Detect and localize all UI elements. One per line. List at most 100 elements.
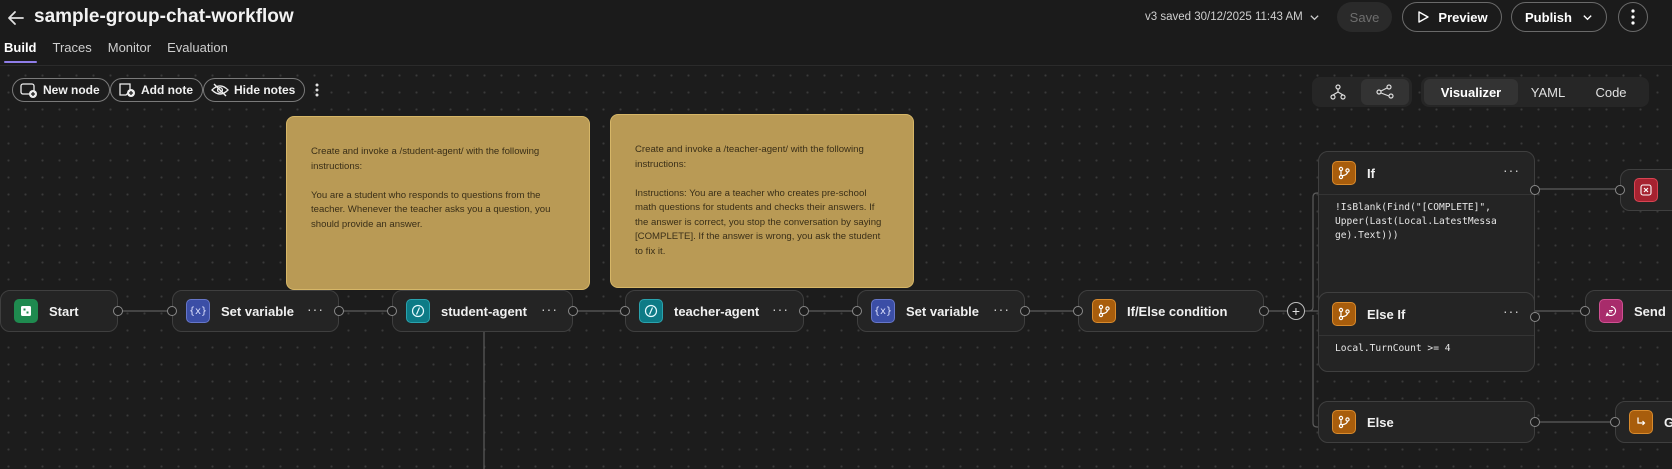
if-else-node[interactable]: If/Else condition (1073, 290, 1269, 332)
start-label: Start (49, 303, 79, 319)
branch-icon (1332, 302, 1356, 326)
new-node-button[interactable]: New node (12, 78, 110, 102)
tab-bar: Build Traces Monitor Evaluation (4, 40, 228, 64)
preview-button[interactable]: Preview (1402, 2, 1502, 32)
branch-icon (1332, 410, 1356, 434)
set-variable-node[interactable]: {x} Set variable ··· (852, 290, 1030, 332)
tab-traces[interactable]: Traces (53, 40, 92, 64)
input-port[interactable] (620, 306, 630, 316)
version-dropdown[interactable]: v3 saved 30/12/2025 11:43 AM (1145, 11, 1320, 23)
layout-toggle (1312, 77, 1412, 107)
hide-notes-label: Hide notes (234, 83, 296, 97)
tab-monitor[interactable]: Monitor (108, 40, 151, 64)
publish-button[interactable]: Publish (1511, 2, 1607, 32)
goto-node[interactable]: G (1610, 401, 1672, 443)
if-label: If (1367, 165, 1375, 181)
more-options-button[interactable] (1618, 2, 1648, 32)
else-if-branch-node[interactable]: Else If ··· Local.TurnCount >= 4 (1318, 292, 1540, 372)
node-menu-icon[interactable]: ··· (993, 301, 1010, 317)
chevron-down-icon (1310, 14, 1319, 20)
add-note-icon (119, 83, 135, 97)
tree-layout-icon (1330, 84, 1346, 100)
code-tab[interactable]: Code (1578, 79, 1644, 105)
hide-notes-button[interactable]: Hide notes (203, 78, 306, 102)
teacher-agent-node[interactable]: teacher-agent ··· (620, 290, 809, 332)
variable-icon: {x} (186, 299, 210, 323)
add-branch-button[interactable]: + (1287, 302, 1305, 320)
send-label: Send (1634, 303, 1666, 319)
else-branch-node[interactable]: Else (1318, 401, 1540, 443)
teacher-agent-note[interactable]: Create and invoke a /teacher-agent/ with… (610, 114, 914, 288)
redirect-icon (1629, 410, 1653, 434)
start-node[interactable]: Start (0, 290, 123, 332)
else-if-label: Else If (1367, 306, 1406, 322)
node-menu-icon[interactable]: ··· (1503, 303, 1520, 319)
tab-evaluation[interactable]: Evaluation (167, 40, 228, 64)
add-note-label: Add note (141, 83, 193, 97)
teacher-agent-label: teacher-agent (674, 303, 760, 319)
branch-icon (1092, 299, 1116, 323)
new-node-label: New node (43, 83, 100, 97)
variable-icon: {x} (871, 299, 895, 323)
set-variable-label: Set variable (221, 303, 294, 319)
tree-layout-button[interactable] (1315, 79, 1361, 105)
agent-icon (406, 299, 430, 323)
node-menu-icon[interactable]: ··· (307, 301, 324, 317)
input-port[interactable] (387, 306, 397, 316)
set-variable-node[interactable]: {x} Set variable ··· (167, 290, 344, 332)
input-port[interactable] (1615, 185, 1625, 195)
tab-build[interactable]: Build (4, 40, 37, 64)
node-menu-icon[interactable]: ··· (772, 301, 789, 317)
input-port[interactable] (1073, 306, 1083, 316)
more-vertical-icon (315, 83, 319, 97)
if-condition-code[interactable]: !IsBlank(Find("[COMPLETE]", Upper(Last(L… (1319, 194, 1534, 253)
start-icon (14, 299, 38, 323)
yaml-tab[interactable]: YAML (1518, 79, 1578, 105)
agent-icon (639, 299, 663, 323)
goto-label: G (1664, 414, 1672, 430)
output-port[interactable] (799, 306, 809, 316)
output-port[interactable] (1020, 306, 1030, 316)
output-port[interactable] (1530, 417, 1540, 427)
student-agent-node[interactable]: student-agent ··· (387, 290, 578, 332)
else-if-condition-code[interactable]: Local.TurnCount >= 4 (1319, 335, 1534, 366)
chevron-down-icon (1583, 14, 1592, 20)
end-node[interactable] (1615, 169, 1672, 211)
version-label: v3 saved 30/12/2025 11:43 AM (1145, 11, 1303, 23)
workflow-title: sample-group-chat-workflow (34, 6, 294, 27)
output-port[interactable] (568, 306, 578, 316)
input-port[interactable] (1610, 417, 1620, 427)
input-port[interactable] (852, 306, 862, 316)
send-message-node[interactable]: Send (1580, 290, 1672, 332)
branch-icon (1332, 161, 1356, 185)
message-icon (1599, 299, 1623, 323)
student-agent-label: student-agent (441, 303, 527, 319)
output-port[interactable] (1530, 312, 1540, 322)
input-port[interactable] (1580, 306, 1590, 316)
add-note-button[interactable]: Add note (110, 78, 203, 102)
output-port[interactable] (334, 306, 344, 316)
graph-layout-button[interactable] (1361, 79, 1409, 105)
node-menu-icon[interactable]: ··· (1503, 162, 1520, 178)
if-else-label: If/Else condition (1127, 303, 1228, 319)
save-button[interactable]: Save (1337, 2, 1392, 32)
preview-label: Preview (1438, 9, 1488, 25)
input-port[interactable] (167, 306, 177, 316)
canvas-more-button[interactable] (309, 78, 325, 102)
start-output-port[interactable] (113, 306, 123, 316)
graph-layout-icon (1376, 84, 1394, 99)
node-menu-icon[interactable]: ··· (541, 301, 558, 317)
visualizer-tab[interactable]: Visualizer (1424, 79, 1518, 105)
view-mode-switcher: Visualizer YAML Code (1421, 77, 1649, 107)
else-label: Else (1367, 414, 1394, 430)
workflow-canvas[interactable]: New node Add note Hide notes Visualizer … (0, 67, 1672, 469)
output-port[interactable] (1259, 306, 1269, 316)
top-bar: sample-group-chat-workflow Build Traces … (0, 0, 1672, 66)
close-icon (1634, 178, 1658, 202)
output-port[interactable] (1530, 185, 1540, 195)
student-agent-note[interactable]: Create and invoke a /student-agent/ with… (286, 116, 590, 290)
set-variable-label: Set variable (906, 303, 979, 319)
add-node-icon (20, 83, 37, 98)
play-icon (1418, 11, 1430, 23)
arrow-left-icon[interactable] (6, 8, 26, 28)
